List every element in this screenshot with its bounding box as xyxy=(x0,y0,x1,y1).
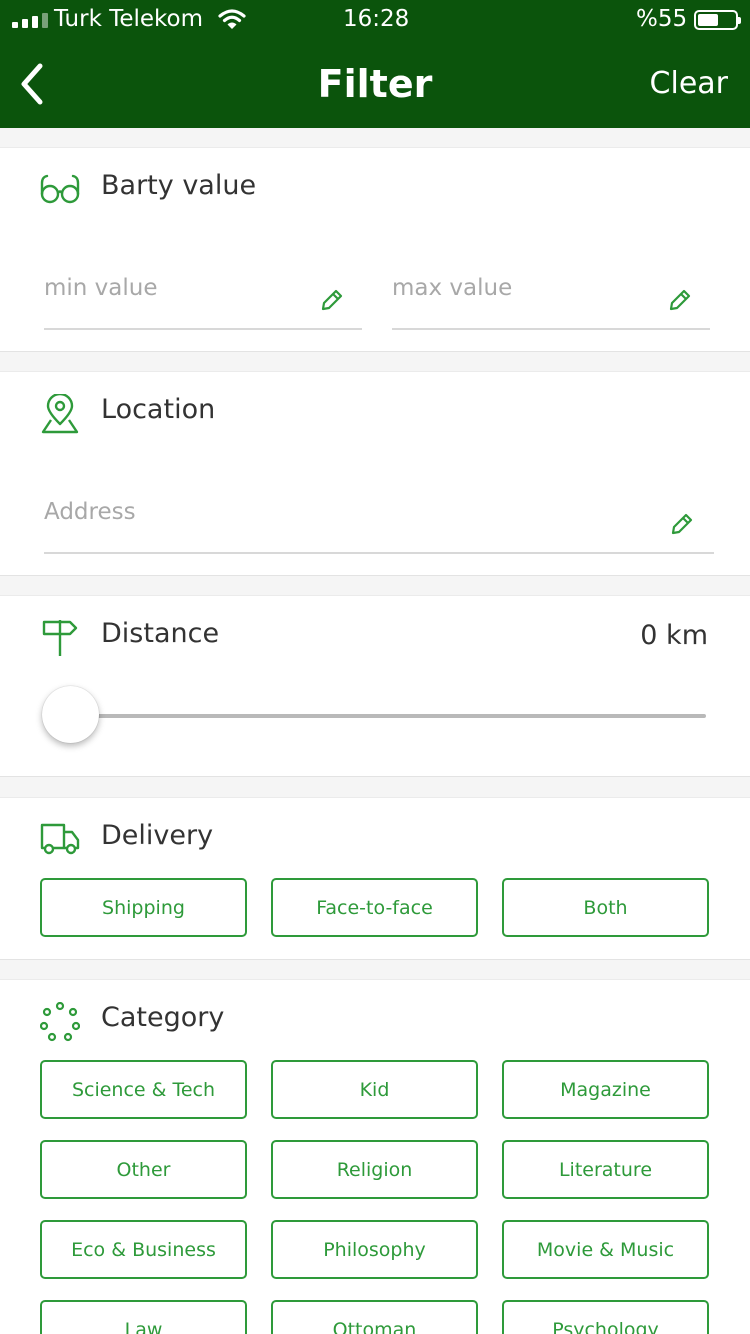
signpost-icon xyxy=(42,620,78,656)
location-pin-icon xyxy=(41,394,79,434)
distance-slider-thumb[interactable] xyxy=(42,686,99,743)
category-option[interactable]: Science & Tech xyxy=(40,1060,247,1119)
location-section: Location xyxy=(0,371,750,576)
category-section: Category Science & Tech Kid Magazine Oth… xyxy=(0,979,750,1334)
category-option[interactable]: Law xyxy=(40,1300,247,1334)
max-value-field xyxy=(392,268,710,330)
pencil-icon[interactable] xyxy=(667,287,693,313)
category-option[interactable]: Eco & Business xyxy=(40,1220,247,1279)
delivery-title: Delivery xyxy=(101,820,214,851)
category-option[interactable]: Magazine xyxy=(502,1060,709,1119)
delivery-section: Delivery Shipping Face-to-face Both xyxy=(0,797,750,960)
distance-value: 0 km xyxy=(640,620,708,651)
pencil-icon[interactable] xyxy=(319,287,345,313)
category-option[interactable]: Psychology xyxy=(502,1300,709,1334)
battery-percent: %55 xyxy=(636,6,688,32)
category-option[interactable]: Other xyxy=(40,1140,247,1199)
signal-icon xyxy=(12,13,48,28)
clock: 16:28 xyxy=(343,6,410,32)
category-option[interactable]: Literature xyxy=(502,1140,709,1199)
distance-slider-track[interactable] xyxy=(70,714,706,718)
truck-icon xyxy=(40,823,80,855)
distance-section: Distance 0 km xyxy=(0,595,750,777)
max-value-input[interactable] xyxy=(392,268,642,308)
delivery-option-both[interactable]: Both xyxy=(502,878,709,937)
status-bar: Turk Telekom 16:28 %55 xyxy=(0,0,750,40)
barty-value-section: Barty value xyxy=(0,147,750,352)
category-option[interactable]: Kid xyxy=(271,1060,478,1119)
category-option[interactable]: Movie & Music xyxy=(502,1220,709,1279)
page-title: Filter xyxy=(317,62,433,106)
wifi-icon xyxy=(218,9,246,29)
location-title: Location xyxy=(101,394,216,425)
dots-circle-icon xyxy=(40,1002,80,1042)
category-option[interactable]: Religion xyxy=(271,1140,478,1199)
delivery-option-face-to-face[interactable]: Face-to-face xyxy=(271,878,478,937)
address-field xyxy=(44,492,714,554)
distance-title: Distance xyxy=(101,618,220,649)
delivery-option-shipping[interactable]: Shipping xyxy=(40,878,247,937)
min-value-input[interactable] xyxy=(44,268,294,308)
address-input[interactable] xyxy=(44,492,644,532)
category-title: Category xyxy=(101,1002,225,1033)
pencil-icon[interactable] xyxy=(669,511,695,537)
category-option[interactable]: Ottoman xyxy=(271,1300,478,1334)
nav-header: Turk Telekom 16:28 %55 Filter Clear xyxy=(0,0,750,128)
category-option[interactable]: Philosophy xyxy=(271,1220,478,1279)
barty-value-title: Barty value xyxy=(101,170,257,201)
carrier-name: Turk Telekom xyxy=(54,6,204,32)
glasses-icon xyxy=(40,174,80,204)
clear-button[interactable]: Clear xyxy=(650,66,728,101)
min-value-field xyxy=(44,268,362,330)
battery-icon xyxy=(694,10,741,30)
